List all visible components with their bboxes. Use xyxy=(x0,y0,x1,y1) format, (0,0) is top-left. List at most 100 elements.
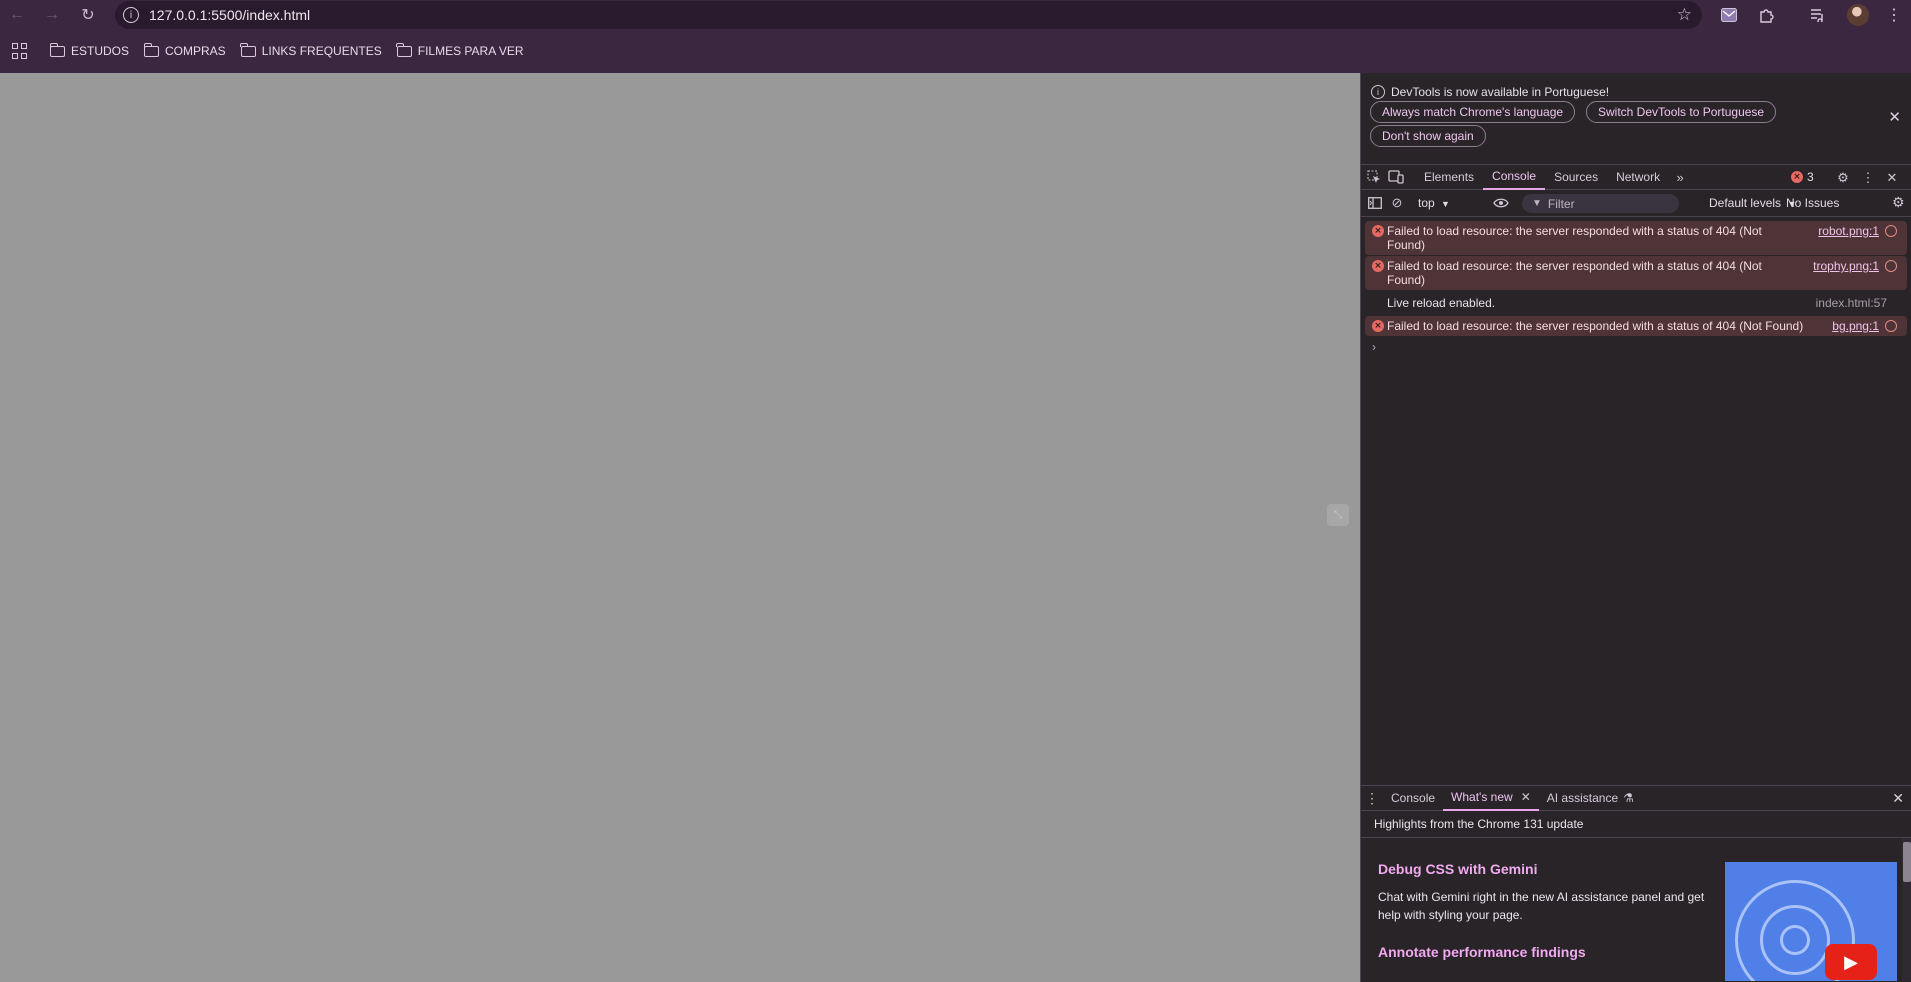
info-icon: i xyxy=(1371,85,1385,99)
bookmark-label: FILMES PARA VER xyxy=(417,44,524,58)
address-bar[interactable]: i 127.0.0.1:5500/index.html ☆ xyxy=(115,1,1702,29)
folder-icon xyxy=(143,42,160,57)
bookmark-folder-links-frequentes[interactable]: LINKS FREQUENTES xyxy=(240,42,382,58)
tab-network[interactable]: Network xyxy=(1607,165,1669,190)
console-message-error: × Failed to load resource: the server re… xyxy=(1365,316,1907,336)
resize-handle-icon[interactable]: ⤡ xyxy=(1327,504,1349,526)
drawer-tab-ai-assistance[interactable]: AI assistance ⚗ xyxy=(1539,786,1642,811)
source-link[interactable]: robot.png:1 xyxy=(1818,224,1879,238)
browser-toolbar: ← → ↻ i 127.0.0.1:5500/index.html ☆ ⋮ xyxy=(0,0,1911,30)
close-devtools-icon[interactable]: ✕ xyxy=(1881,167,1903,189)
error-icon: × xyxy=(1791,171,1803,183)
bookmark-folder-filmes-para-ver[interactable]: FILMES PARA VER xyxy=(396,42,524,58)
bookmark-label: ESTUDOS xyxy=(71,44,130,58)
bookmark-folder-compras[interactable]: COMPRAS xyxy=(143,42,226,58)
close-drawer-icon[interactable]: ✕ xyxy=(1892,790,1904,807)
feature-title[interactable]: Annotate performance findings xyxy=(1378,944,1586,960)
tab-sources[interactable]: Sources xyxy=(1545,165,1607,190)
whats-new-content[interactable]: Debug CSS with Gemini Chat with Gemini r… xyxy=(1361,838,1911,981)
source-link[interactable]: index.html:57 xyxy=(1816,296,1887,310)
close-icon[interactable]: ✕ xyxy=(1888,108,1901,126)
profile-avatar[interactable] xyxy=(1847,4,1869,26)
network-globe-icon[interactable] xyxy=(1885,260,1897,272)
sidebar-toggle-icon[interactable] xyxy=(1364,192,1386,214)
filter-funnel-icon: ▼ xyxy=(1532,198,1542,209)
infobar-text: DevTools is now available in Portuguese! xyxy=(1391,85,1610,99)
network-globe-icon[interactable] xyxy=(1885,225,1897,237)
devtools-drawer: ⋮ Console What's new ✕ AI assistance ⚗ ✕… xyxy=(1361,785,1911,982)
scrollbar[interactable] xyxy=(1902,838,1911,981)
drawer-tab-whats-new[interactable]: What's new ✕ xyxy=(1443,786,1539,811)
folder-icon xyxy=(396,42,412,57)
bookmark-label: LINKS FREQUENTES xyxy=(261,44,382,58)
error-counter[interactable]: × 3 xyxy=(1791,170,1814,184)
context-label: top xyxy=(1418,196,1435,210)
browser-chrome: ← → ↻ i 127.0.0.1:5500/index.html ☆ ⋮ ES… xyxy=(0,0,1911,73)
error-icon: × xyxy=(1372,225,1384,237)
extension-mail-icon[interactable] xyxy=(1719,5,1739,25)
url-text[interactable]: 127.0.0.1:5500/index.html xyxy=(149,7,310,23)
feature-video-thumbnail[interactable]: ▶ xyxy=(1725,862,1897,981)
tab-console[interactable]: Console xyxy=(1483,165,1546,190)
dont-show-again-button[interactable]: Don't show again xyxy=(1370,125,1486,147)
error-icon: × xyxy=(1372,260,1384,272)
source-link[interactable]: trophy.png:1 xyxy=(1813,259,1879,273)
more-tabs-chevron-icon[interactable]: » xyxy=(1669,166,1691,188)
network-globe-icon[interactable] xyxy=(1885,320,1897,332)
devtools-tabbar: Elements Console Sources Network » × 3 ⚙… xyxy=(1361,165,1911,190)
always-match-language-button[interactable]: Always match Chrome's language xyxy=(1370,101,1576,123)
settings-gear-icon[interactable]: ⚙ xyxy=(1832,167,1854,189)
feature-title[interactable]: Debug CSS with Gemini xyxy=(1378,861,1537,877)
live-expression-eye-icon[interactable] xyxy=(1490,192,1512,214)
console-message-info: Live reload enabled. index.html:57 xyxy=(1365,291,1907,315)
console-settings-icon[interactable]: ⚙ xyxy=(1892,194,1905,211)
flask-icon: ⚗ xyxy=(1623,791,1634,805)
console-toolbar: ⊘ top ▼ ▼ Filter Default levels ▼ No Iss… xyxy=(1361,190,1911,217)
message-text: Failed to load resource: the server resp… xyxy=(1387,319,1804,333)
log-levels-dropdown[interactable]: Default levels ▼ xyxy=(1709,196,1796,210)
tab-label: AI assistance xyxy=(1546,791,1619,805)
site-info-icon[interactable]: i xyxy=(123,7,139,23)
issues-button[interactable]: No Issues xyxy=(1786,196,1839,210)
bookmark-folder-estudos[interactable]: ESTUDOS xyxy=(49,42,130,58)
infobar-message: i DevTools is now available in Portugues… xyxy=(1371,85,1609,99)
error-icon: × xyxy=(1372,320,1384,332)
close-tab-icon[interactable]: ✕ xyxy=(1521,790,1531,804)
bookmarks-bar: ESTUDOS COMPRAS LINKS FREQUENTES FILMES … xyxy=(0,38,524,64)
bookmark-star-icon[interactable]: ☆ xyxy=(1677,5,1692,25)
console-prompt-chevron-icon[interactable]: › xyxy=(1372,340,1911,354)
error-count-text: 3 xyxy=(1807,170,1814,184)
chevron-down-icon: ▼ xyxy=(1441,199,1450,209)
devtools-menu-icon[interactable]: ⋮ xyxy=(1857,167,1879,189)
message-text: Failed to load resource: the server resp… xyxy=(1387,224,1762,252)
console-message-error: × Failed to load resource: the server re… xyxy=(1365,256,1907,290)
youtube-play-icon[interactable]: ▶ xyxy=(1825,944,1877,980)
page-viewport[interactable]: ⤡ xyxy=(0,73,1360,982)
tab-elements[interactable]: Elements xyxy=(1415,165,1483,190)
clear-console-icon[interactable]: ⊘ xyxy=(1386,192,1408,214)
extensions-puzzle-icon[interactable] xyxy=(1756,5,1776,25)
console-filter-input[interactable]: ▼ Filter xyxy=(1522,194,1679,213)
inspect-element-icon[interactable] xyxy=(1363,166,1385,188)
feature-description: Chat with Gemini right in the new AI ass… xyxy=(1378,890,1705,922)
source-link[interactable]: bg.png:1 xyxy=(1832,319,1879,333)
forward-arrow-icon[interactable]: → xyxy=(38,1,66,29)
chrome-menu-icon[interactable]: ⋮ xyxy=(1886,5,1902,25)
levels-label: Default levels xyxy=(1709,196,1782,210)
console-log: ⚲ × Failed to load resource: the server … xyxy=(1361,217,1911,354)
bookmark-label: COMPRAS xyxy=(165,44,226,58)
drawer-menu-icon[interactable]: ⋮ xyxy=(1361,790,1383,807)
switch-to-portuguese-button[interactable]: Switch DevTools to Portuguese xyxy=(1586,101,1777,123)
apps-grid-icon[interactable] xyxy=(12,43,28,59)
console-message-error: × Failed to load resource: the server re… xyxy=(1365,221,1907,255)
drawer-tab-console[interactable]: Console xyxy=(1383,786,1443,811)
reload-icon[interactable]: ↻ xyxy=(74,1,102,29)
folder-icon xyxy=(49,42,65,57)
tab-label: What's new xyxy=(1451,790,1513,804)
device-toolbar-icon[interactable] xyxy=(1385,166,1407,188)
whats-new-heading: Highlights from the Chrome 131 update xyxy=(1361,811,1911,838)
media-queue-icon[interactable] xyxy=(1808,5,1828,25)
drawer-tabbar: ⋮ Console What's new ✕ AI assistance ⚗ ✕ xyxy=(1361,786,1911,811)
back-arrow-icon[interactable]: ← xyxy=(3,1,31,29)
context-selector[interactable]: top ▼ xyxy=(1418,196,1450,210)
